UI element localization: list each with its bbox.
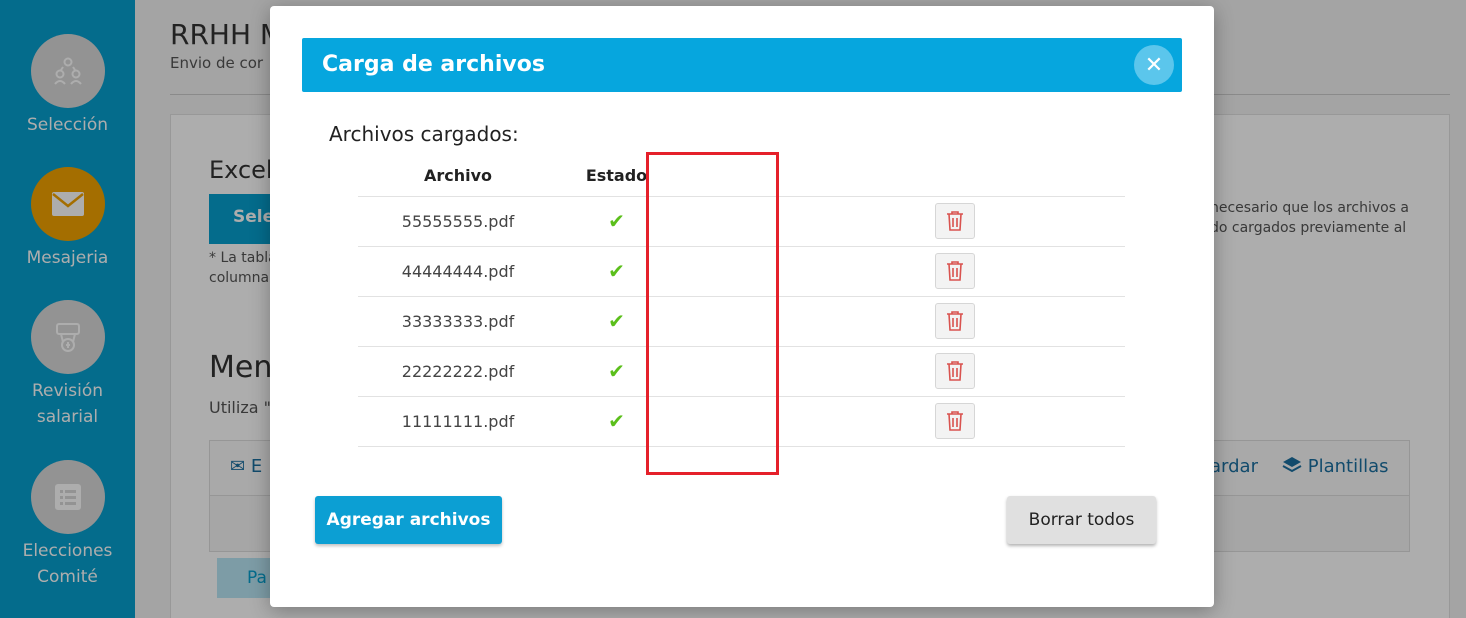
- trash-icon: [947, 211, 963, 231]
- table-row: 11111111.pdf ✔: [358, 396, 1125, 447]
- delete-file-button[interactable]: [935, 353, 975, 389]
- end-cell: [995, 346, 1125, 397]
- table-row: 22222222.pdf ✔: [358, 346, 1125, 397]
- check-icon: ✔: [608, 209, 625, 233]
- modal-header: Carga de archivos ✕: [302, 38, 1182, 92]
- check-icon: ✔: [608, 359, 625, 383]
- table-row: 44444444.pdf ✔: [358, 246, 1125, 297]
- column-spacer: [675, 156, 915, 197]
- table-header-row: Archivo Estado: [358, 156, 1125, 197]
- action-cell: [915, 346, 995, 397]
- spacer-cell: [675, 296, 915, 347]
- column-header-state: Estado: [558, 156, 675, 197]
- column-header-file: Archivo: [358, 156, 558, 197]
- check-icon: ✔: [608, 259, 625, 283]
- action-cell: [915, 396, 995, 447]
- file-upload-modal: Carga de archivos ✕ Archivos cargados: A…: [270, 6, 1214, 607]
- check-icon: ✔: [608, 309, 625, 333]
- action-cell: [915, 246, 995, 297]
- spacer-cell: [675, 246, 915, 297]
- end-cell: [995, 396, 1125, 447]
- add-files-button[interactable]: Agregar archivos: [315, 496, 502, 544]
- delete-file-button[interactable]: [935, 253, 975, 289]
- clear-all-button[interactable]: Borrar todos: [1007, 496, 1156, 544]
- delete-file-button[interactable]: [935, 403, 975, 439]
- file-name: 11111111.pdf: [358, 396, 558, 447]
- action-cell: [915, 196, 995, 247]
- end-cell: [995, 246, 1125, 297]
- spacer-cell: [675, 346, 915, 397]
- file-name: 44444444.pdf: [358, 246, 558, 297]
- spacer-cell: [675, 396, 915, 447]
- status-cell: ✔: [558, 296, 675, 347]
- status-cell: ✔: [558, 196, 675, 247]
- files-table: Archivo Estado 55555555.pdf ✔ 44444444.p…: [358, 156, 1125, 447]
- file-name: 22222222.pdf: [358, 346, 558, 397]
- end-cell: [995, 296, 1125, 347]
- action-cell: [915, 296, 995, 347]
- table-row: 33333333.pdf ✔: [358, 296, 1125, 347]
- spacer-cell: [675, 196, 915, 247]
- trash-icon: [947, 261, 963, 281]
- table-row: 55555555.pdf ✔: [358, 196, 1125, 247]
- file-name: 33333333.pdf: [358, 296, 558, 347]
- close-button[interactable]: ✕: [1134, 45, 1174, 85]
- check-icon: ✔: [608, 409, 625, 433]
- column-actions: [915, 156, 995, 197]
- section-title: Archivos cargados:: [329, 122, 519, 146]
- delete-file-button[interactable]: [935, 303, 975, 339]
- trash-icon: [947, 411, 963, 431]
- trash-icon: [947, 311, 963, 331]
- column-end: [995, 156, 1125, 197]
- modal-title: Carga de archivos: [322, 52, 545, 77]
- delete-file-button[interactable]: [935, 203, 975, 239]
- status-cell: ✔: [558, 246, 675, 297]
- close-icon: ✕: [1144, 52, 1164, 78]
- trash-icon: [947, 361, 963, 381]
- status-cell: ✔: [558, 346, 675, 397]
- end-cell: [995, 196, 1125, 247]
- status-cell: ✔: [558, 396, 675, 447]
- file-name: 55555555.pdf: [358, 196, 558, 247]
